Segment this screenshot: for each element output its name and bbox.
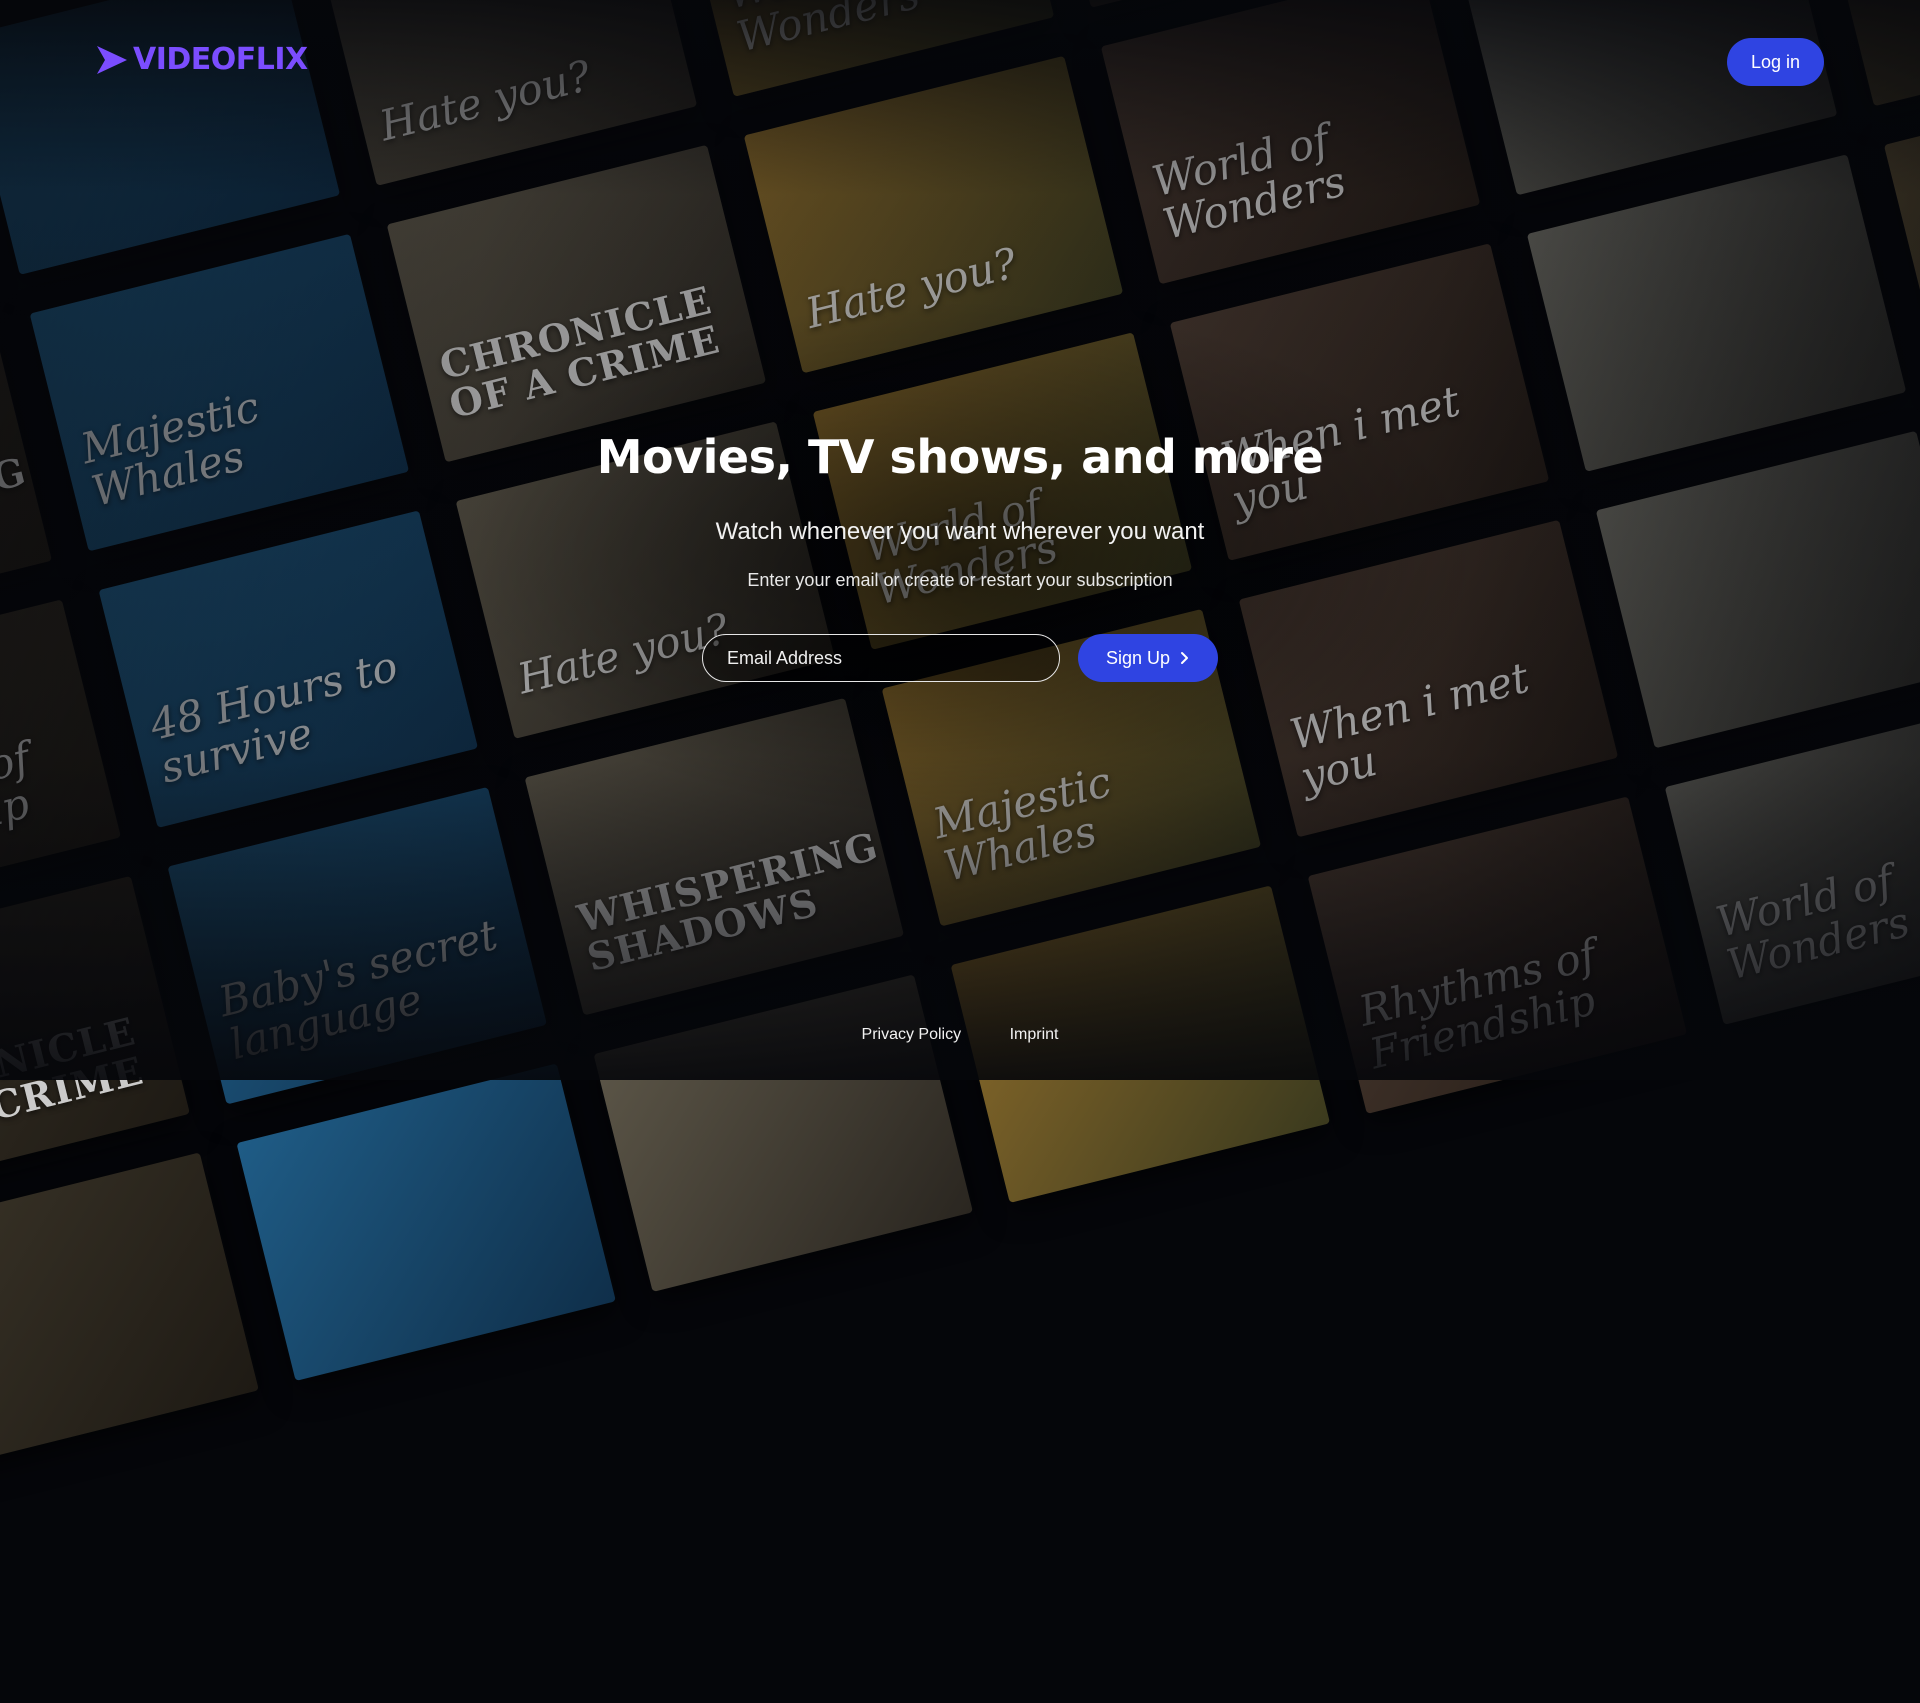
site-footer: Privacy Policy Imprint bbox=[0, 1026, 1920, 1044]
signup-button[interactable]: Sign Up bbox=[1078, 634, 1218, 682]
hero-title: Movies, TV shows, and more bbox=[596, 430, 1324, 484]
site-header: VIDEOFLIX Log in bbox=[0, 0, 1920, 124]
email-input[interactable] bbox=[702, 634, 1060, 682]
brand-logo[interactable]: VIDEOFLIX bbox=[95, 42, 308, 77]
brand-name: VIDEOFLIX bbox=[133, 42, 308, 77]
signup-prompt: Enter your email or create or restart yo… bbox=[747, 570, 1173, 590]
background-poster-tile bbox=[236, 1063, 616, 1381]
background-poster-tile bbox=[0, 1152, 259, 1471]
chevron-right-icon bbox=[1181, 652, 1189, 664]
imprint-link[interactable]: Imprint bbox=[1010, 1026, 1059, 1043]
play-arrow-logo-icon bbox=[97, 45, 127, 74]
signup-button-label: Sign Up bbox=[1105, 647, 1171, 668]
login-button[interactable]: Log in bbox=[1727, 38, 1824, 86]
signup-form: Sign Up bbox=[702, 634, 1218, 682]
privacy-policy-link[interactable]: Privacy Policy bbox=[862, 1026, 962, 1043]
hero-subtitle: Watch whenever you want wherever you wan… bbox=[715, 518, 1205, 545]
hero-section: Movies, TV shows, and more Watch wheneve… bbox=[0, 430, 1920, 591]
